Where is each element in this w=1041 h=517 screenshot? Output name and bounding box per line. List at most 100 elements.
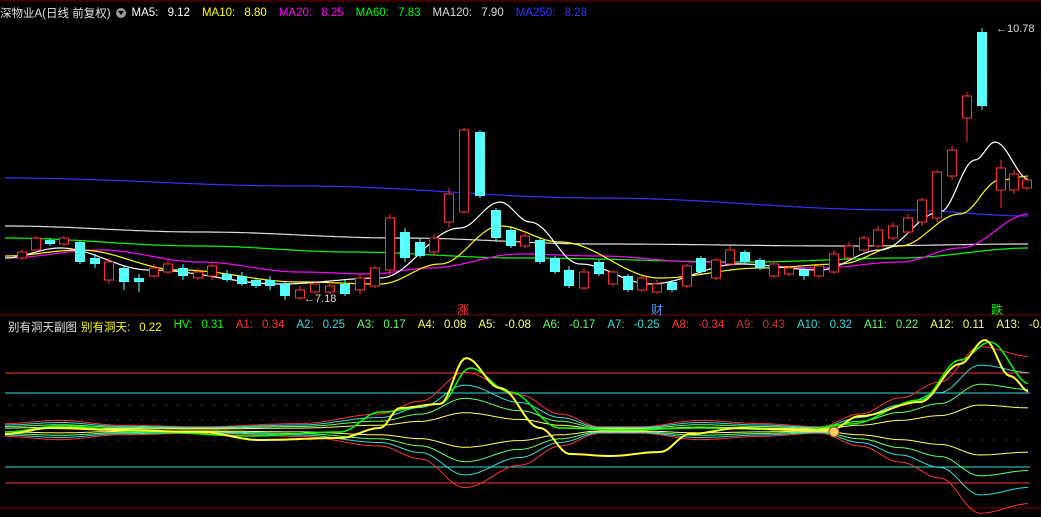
- candle[interactable]: [696, 256, 706, 274]
- indicator-dot: [117, 419, 119, 421]
- indicator-dot: [729, 419, 731, 421]
- indicator-dot: [117, 404, 119, 406]
- indicator-dot: [21, 439, 23, 441]
- indicator-dot: [945, 439, 947, 441]
- indicator-dot: [345, 404, 347, 406]
- indicator-dot: [753, 404, 755, 406]
- indicator-dot: [201, 419, 203, 421]
- indicator-dot: [621, 404, 623, 406]
- candle[interactable]: [31, 236, 41, 252]
- indicator-dot: [285, 419, 287, 421]
- ma20-label: MA20: 8.25: [278, 7, 344, 19]
- indicator-dot: [417, 439, 419, 441]
- candle[interactable]: [491, 208, 501, 242]
- indicator-dot: [933, 439, 935, 441]
- candle[interactable]: [400, 228, 410, 262]
- indicator-dot: [873, 439, 875, 441]
- candle[interactable]: [535, 238, 545, 264]
- indicator-dot: [57, 404, 59, 406]
- stock-chart[interactable]: [0, 0, 1041, 517]
- candle[interactable]: [104, 258, 114, 284]
- indicator-dot: [105, 404, 107, 406]
- candle[interactable]: [977, 28, 987, 110]
- indicator-dot: [141, 404, 143, 406]
- indicator-dot: [93, 439, 95, 441]
- indicator-dot: [669, 439, 671, 441]
- indicator-dot: [369, 439, 371, 441]
- candle[interactable]: [385, 214, 395, 276]
- indicator-dot: [33, 419, 35, 421]
- indicator-dot: [489, 404, 491, 406]
- indicator-dot: [513, 404, 515, 406]
- candle[interactable]: [475, 130, 485, 198]
- indicator-dot: [357, 404, 359, 406]
- indicator-value-7: A6: -0.17: [542, 319, 596, 331]
- indicator-dot: [153, 439, 155, 441]
- candle[interactable]: [711, 258, 721, 280]
- indicator-dot: [633, 404, 635, 406]
- indicator-dot: [501, 439, 503, 441]
- indicator-dot: [453, 404, 455, 406]
- candle[interactable]: [1009, 170, 1019, 194]
- candle[interactable]: [608, 270, 618, 286]
- candle[interactable]: [370, 266, 380, 288]
- candle[interactable]: [947, 146, 957, 180]
- indicator-dot: [921, 419, 923, 421]
- candle[interactable]: [459, 128, 469, 214]
- indicator-dot: [837, 419, 839, 421]
- dropdown-icon[interactable]: [115, 8, 126, 18]
- candle[interactable]: [623, 274, 633, 292]
- ma60-label: MA60: 7.83: [355, 7, 421, 19]
- indicator-dot: [489, 419, 491, 421]
- candle[interactable]: [682, 264, 692, 288]
- candle[interactable]: [917, 198, 927, 226]
- indicator-dot: [561, 439, 563, 441]
- indicator-dot: [369, 404, 371, 406]
- signal-die: 跌: [991, 303, 1004, 317]
- candle[interactable]: [444, 188, 454, 228]
- indicator-dot: [237, 419, 239, 421]
- indicator-dot: [873, 404, 875, 406]
- indicator-dot: [225, 419, 227, 421]
- candle[interactable]: [932, 170, 942, 222]
- indicator-dot: [333, 404, 335, 406]
- candle[interactable]: [829, 250, 839, 274]
- indicator-value-14: A13:-0.11: [996, 319, 1041, 331]
- candle[interactable]: [740, 250, 750, 264]
- indicator-dot: [21, 419, 23, 421]
- candle[interactable]: [859, 236, 869, 252]
- indicator-dot: [609, 404, 611, 406]
- indicator-dot: [177, 419, 179, 421]
- candle[interactable]: [814, 264, 824, 278]
- candle[interactable]: [75, 240, 85, 264]
- indicator-dot: [441, 439, 443, 441]
- indicator-dot: [741, 404, 743, 406]
- indicator-title[interactable]: 别有洞天副图: [8, 319, 77, 335]
- indicator-dot: [81, 419, 83, 421]
- indicator-dot: [285, 404, 287, 406]
- candle[interactable]: [17, 250, 27, 260]
- indicator-dot: [1017, 439, 1019, 441]
- candle[interactable]: [637, 276, 647, 292]
- indicator-dot: [633, 419, 635, 421]
- indicator-dot: [45, 404, 47, 406]
- stock-title[interactable]: 深物业A(日线 前复权): [0, 5, 111, 21]
- indicator-dot: [465, 404, 467, 406]
- indicator-dot: [729, 404, 731, 406]
- indicator-dot: [777, 419, 779, 421]
- indicator-dot: [669, 404, 671, 406]
- indicator-dot: [825, 419, 827, 421]
- indicator-dot: [789, 419, 791, 421]
- indicator-dot: [9, 404, 11, 406]
- indicator-dot: [225, 439, 227, 441]
- candle[interactable]: [594, 260, 604, 276]
- candle[interactable]: [550, 256, 560, 274]
- candle[interactable]: [59, 236, 69, 246]
- indicator-dot: [501, 404, 503, 406]
- indicator-dot: [789, 404, 791, 406]
- candle[interactable]: [784, 266, 794, 276]
- indicator-dot: [765, 419, 767, 421]
- indicator-dot: [129, 419, 131, 421]
- indicator-dot: [993, 439, 995, 441]
- indicator-dot: [237, 404, 239, 406]
